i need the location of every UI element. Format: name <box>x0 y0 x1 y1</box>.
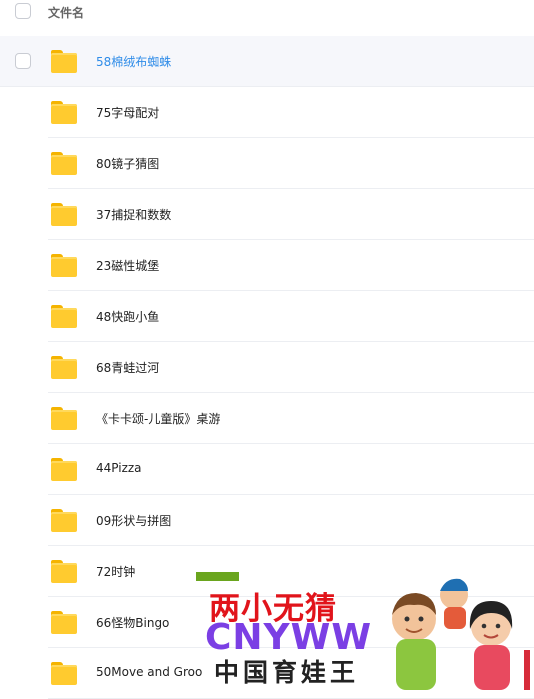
watermark-accent <box>524 650 530 690</box>
file-name[interactable]: 50Move and Groo <box>96 665 202 679</box>
file-row[interactable]: 09形状与拼图 <box>0 495 534 546</box>
folder-icon <box>51 611 77 634</box>
watermark-bar <box>196 572 239 581</box>
file-row[interactable]: 75字母配对 <box>0 87 534 138</box>
folder-icon <box>51 254 77 277</box>
file-row[interactable]: 23磁性城堡 <box>0 240 534 291</box>
folder-icon <box>51 509 77 532</box>
folder-icon <box>51 662 77 685</box>
column-header-filename[interactable]: 文件名 <box>48 4 84 21</box>
file-row[interactable]: 58棉绒布蜘蛛 <box>0 36 534 87</box>
file-name[interactable]: 48快跑小鱼 <box>96 308 159 325</box>
file-row[interactable]: 68青蛙过河 <box>0 342 534 393</box>
list-header: 文件名 <box>0 0 534 36</box>
file-name[interactable]: 23磁性城堡 <box>96 257 159 274</box>
folder-icon <box>51 152 77 175</box>
folder-icon <box>51 50 77 73</box>
watermark-line2: CNYWW <box>205 617 373 658</box>
select-all-checkbox[interactable] <box>15 3 31 19</box>
file-row[interactable]: 44Pizza <box>0 444 534 495</box>
folder-icon <box>51 203 77 226</box>
file-name[interactable]: 《卡卡颂-儿童版》桌游 <box>96 410 220 427</box>
file-name[interactable]: 09形状与拼图 <box>96 512 171 529</box>
file-name[interactable]: 80镜子猜图 <box>96 155 159 172</box>
folder-icon <box>51 305 77 328</box>
folder-icon <box>51 356 77 379</box>
file-name[interactable]: 58棉绒布蜘蛛 <box>96 53 171 70</box>
watermark-logo: 两小无猜 CNYWW 中国育娃王 <box>196 571 534 690</box>
folder-icon <box>51 407 77 430</box>
cartoon-children-illustration <box>392 578 513 690</box>
file-row[interactable]: 37捕捉和数数 <box>0 189 534 240</box>
file-name[interactable]: 68青蛙过河 <box>96 359 159 376</box>
file-row[interactable]: 《卡卡颂-儿童版》桌游 <box>0 393 534 444</box>
row-checkbox[interactable] <box>15 53 31 69</box>
folder-icon <box>51 458 77 481</box>
file-row[interactable]: 48快跑小鱼 <box>0 291 534 342</box>
watermark-line3: 中国育娃王 <box>214 658 360 687</box>
file-name[interactable]: 75字母配对 <box>96 104 159 121</box>
file-row[interactable]: 80镜子猜图 <box>0 138 534 189</box>
file-name[interactable]: 44Pizza <box>96 461 142 475</box>
file-name[interactable]: 37捕捉和数数 <box>96 206 171 223</box>
folder-icon <box>51 101 77 124</box>
file-name[interactable]: 66怪物Bingo <box>96 614 169 631</box>
file-name[interactable]: 72时钟 <box>96 563 135 580</box>
folder-icon <box>51 560 77 583</box>
